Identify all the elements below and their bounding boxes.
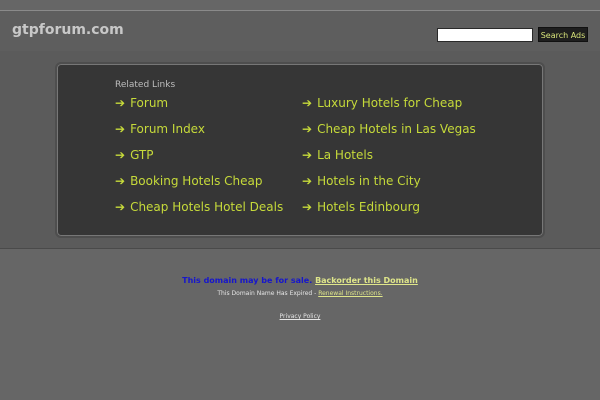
link-label: Cheap Hotels in Las Vegas xyxy=(317,122,476,136)
arrow-right-icon: ➔ xyxy=(302,96,313,110)
related-link-la-hotels[interactable]: ➔ La Hotels xyxy=(302,148,373,162)
related-link-hotels-edinbourg[interactable]: ➔ Hotels Edinbourg xyxy=(302,200,420,214)
link-label: GTP xyxy=(130,148,154,162)
arrow-right-icon: ➔ xyxy=(115,200,126,214)
arrow-right-icon: ➔ xyxy=(302,122,313,136)
arrow-right-icon: ➔ xyxy=(115,174,126,188)
related-links-title: Related Links xyxy=(115,80,176,90)
arrow-right-icon: ➔ xyxy=(115,148,126,162)
sale-text: This domain may be for sale. xyxy=(182,276,313,285)
domain-sale-notice: This domain may be for sale. Backorder t… xyxy=(0,276,600,285)
link-label: Hotels in the City xyxy=(317,174,421,188)
link-label: Cheap Hotels Hotel Deals xyxy=(130,200,284,214)
related-link-forum-index[interactable]: ➔ Forum Index xyxy=(115,122,205,136)
arrow-right-icon: ➔ xyxy=(302,148,313,162)
arrow-right-icon: ➔ xyxy=(302,174,313,188)
expired-text: This Domain Name Has Expired - xyxy=(217,290,317,297)
related-link-booking-hotels-cheap[interactable]: ➔ Booking Hotels Cheap xyxy=(115,174,263,188)
arrow-right-icon: ➔ xyxy=(115,122,126,136)
related-link-cheap-hotels-las-vegas[interactable]: ➔ Cheap Hotels in Las Vegas xyxy=(302,122,476,136)
arrow-right-icon: ➔ xyxy=(302,200,313,214)
related-link-gtp[interactable]: ➔ GTP xyxy=(115,148,154,162)
related-link-cheap-hotels-hotel-deals[interactable]: ➔ Cheap Hotels Hotel Deals xyxy=(115,200,283,214)
link-label: Luxury Hotels for Cheap xyxy=(317,96,463,110)
arrow-right-icon: ➔ xyxy=(115,96,126,110)
renewal-instructions-link[interactable]: Renewal Instructions. xyxy=(318,290,382,297)
related-link-forum[interactable]: ➔ Forum xyxy=(115,96,168,110)
backorder-link[interactable]: Backorder this Domain xyxy=(315,276,418,285)
link-label: La Hotels xyxy=(317,148,373,162)
search-ads-button[interactable]: Search Ads xyxy=(538,27,588,42)
link-label: Hotels Edinbourg xyxy=(317,200,420,214)
expired-notice: This Domain Name Has Expired - Renewal I… xyxy=(0,290,600,297)
search-input[interactable] xyxy=(437,28,533,42)
related-link-luxury-hotels[interactable]: ➔ Luxury Hotels for Cheap xyxy=(302,96,462,110)
link-label: Forum Index xyxy=(130,122,205,136)
privacy-policy-link[interactable]: Privacy Policy xyxy=(0,313,600,320)
site-logo[interactable]: gtpforum.com xyxy=(12,22,124,38)
related-link-hotels-in-the-city[interactable]: ➔ Hotels in the City xyxy=(302,174,421,188)
link-label: Forum xyxy=(130,96,169,110)
link-label: Booking Hotels Cheap xyxy=(130,174,263,188)
header-bar: gtpforum.com Search Ads xyxy=(0,11,600,51)
